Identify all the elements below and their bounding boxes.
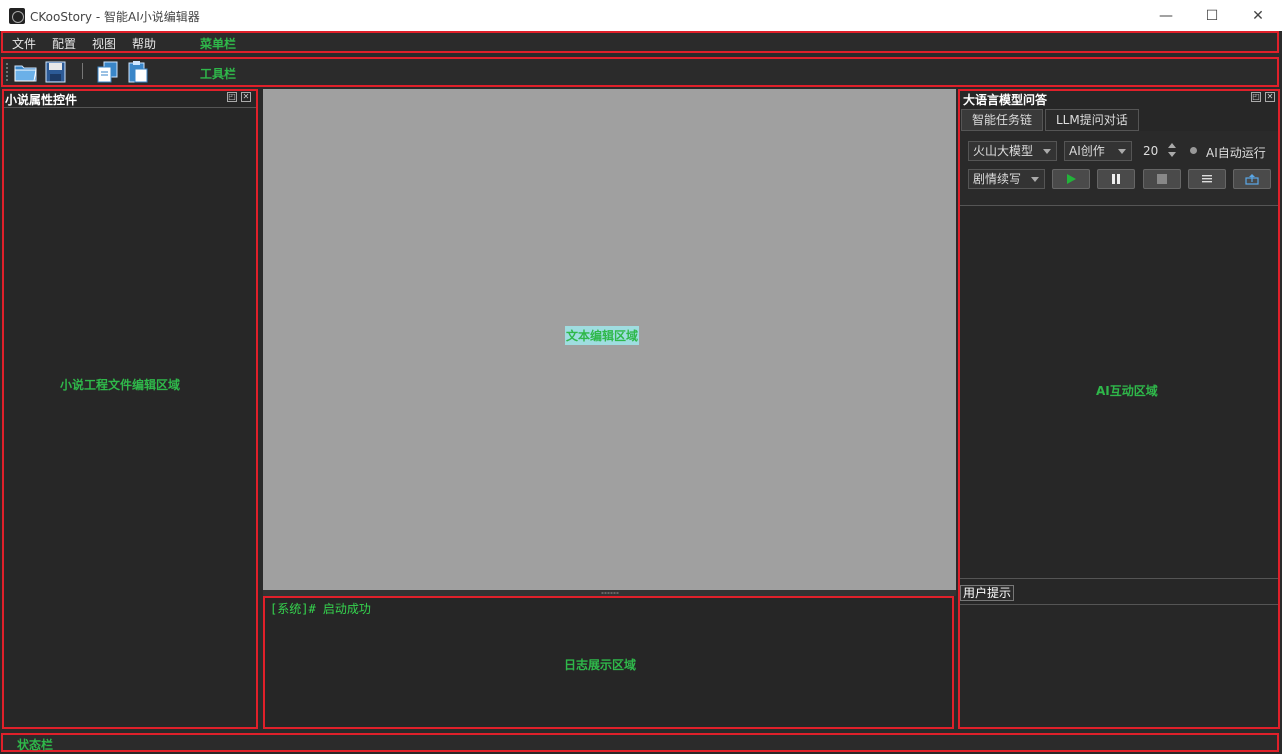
menu-config[interactable]: 配置 [52, 35, 76, 52]
float-panel-icon[interactable]: ◰ [227, 92, 237, 102]
tab-llm-chat[interactable]: LLM提问对话 [1045, 109, 1139, 131]
menu-bar-caption: 菜单栏 [200, 37, 237, 51]
copy-icon[interactable] [95, 60, 121, 84]
right-panel-title: 大语言模型问答 [963, 93, 1048, 107]
pause-icon [1112, 174, 1120, 184]
editor-caption: 文本编辑区域 [565, 326, 640, 345]
maximize-button[interactable]: ☐ [1189, 0, 1235, 31]
list-icon [1202, 175, 1212, 183]
ai-area-caption: AI互动区域 [1096, 384, 1158, 398]
project-file-tree[interactable] [4, 107, 256, 727]
cloud-upload-icon [1245, 174, 1259, 185]
auto-run-radio[interactable] [1190, 147, 1197, 154]
mode-select[interactable]: AI创作 [1064, 141, 1132, 161]
upload-button[interactable] [1233, 169, 1271, 189]
save-icon[interactable] [43, 60, 69, 84]
close-panel-icon[interactable]: ✕ [241, 92, 251, 102]
task-select[interactable]: 剧情续写 [968, 169, 1045, 189]
toolbar-grip-icon[interactable] [5, 62, 9, 82]
status-bar-caption: 状态栏 [17, 738, 54, 752]
open-folder-icon[interactable] [13, 60, 39, 84]
minimize-button[interactable]: — [1143, 0, 1189, 31]
toolbar-separator [82, 63, 83, 79]
chevron-down-icon [1043, 149, 1051, 154]
stop-icon [1157, 174, 1167, 184]
model-select-value: 火山大模型 [973, 144, 1034, 158]
play-icon [1067, 174, 1076, 184]
log-caption: 日志展示区域 [564, 658, 637, 672]
divider [960, 604, 1278, 605]
divider [960, 578, 1278, 579]
user-hint-input[interactable] [960, 606, 1278, 727]
pause-button[interactable] [1097, 169, 1135, 189]
user-hint-label: 用户提示 [960, 585, 1015, 601]
log-line: [系统]# 启动成功 [270, 602, 371, 616]
status-bar [1, 733, 1279, 752]
list-button[interactable] [1188, 169, 1226, 189]
splitter-grip-icon[interactable] [601, 592, 619, 594]
left-panel-title: 小说属性控件 [5, 93, 78, 107]
mode-select-value: AI创作 [1069, 144, 1105, 158]
model-select[interactable]: 火山大模型 [968, 141, 1057, 161]
app-logo-icon [9, 8, 25, 24]
toolbar-caption: 工具栏 [200, 67, 237, 81]
menu-file[interactable]: 文件 [12, 35, 36, 52]
stepper-down-icon[interactable] [1168, 152, 1176, 157]
stop-button[interactable] [1143, 169, 1181, 189]
tab-task-chain[interactable]: 智能任务链 [961, 109, 1044, 131]
project-area-caption: 小说工程文件编辑区域 [60, 378, 181, 392]
task-select-value: 剧情续写 [973, 172, 1022, 186]
auto-run-label[interactable]: AI自动运行 [1206, 144, 1266, 161]
run-button[interactable] [1052, 169, 1090, 189]
paste-icon[interactable] [125, 60, 151, 84]
window-title: CKooStory - 智能AI小说编辑器 [30, 10, 200, 24]
menu-help[interactable]: 帮助 [132, 35, 156, 52]
menu-bar-outline [1, 31, 1279, 53]
float-right-panel-icon[interactable]: ◰ [1251, 92, 1261, 102]
close-button[interactable]: ✕ [1235, 0, 1281, 31]
close-right-panel-icon[interactable]: ✕ [1265, 92, 1275, 102]
stepper-up-icon[interactable] [1168, 143, 1176, 148]
chevron-down-icon [1118, 149, 1126, 154]
menu-view[interactable]: 视图 [92, 35, 116, 52]
toolbar [1, 57, 1279, 87]
chevron-down-icon [1031, 177, 1039, 182]
